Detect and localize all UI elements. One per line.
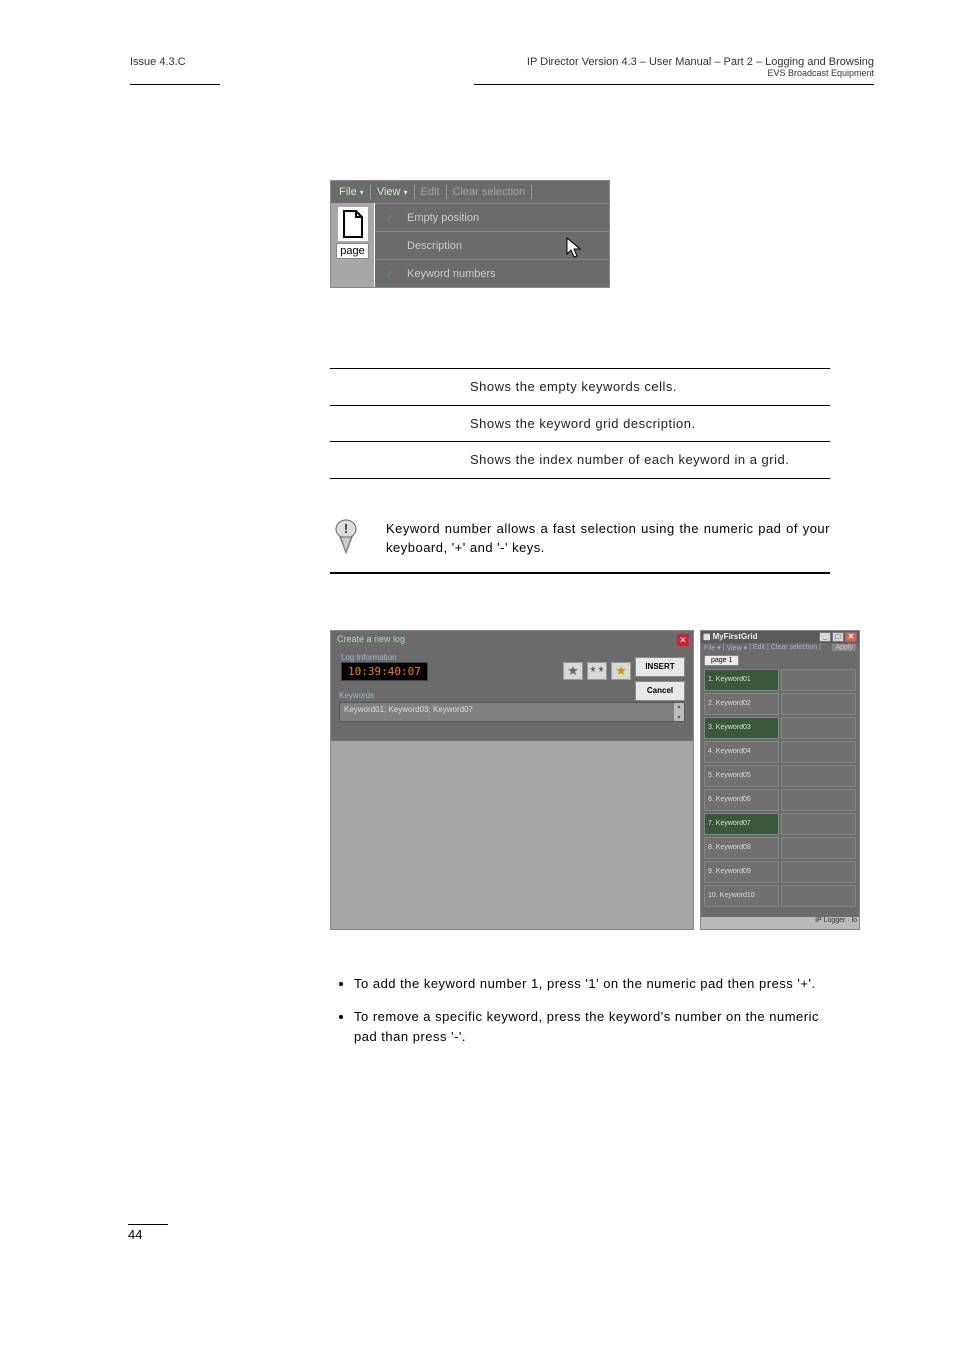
menu-file[interactable]: File ▾ bbox=[704, 644, 721, 652]
menu-label: Description bbox=[407, 240, 462, 252]
keyword-cell-empty[interactable] bbox=[781, 741, 856, 763]
status-bar: IP Logger · lo bbox=[701, 917, 859, 929]
keyword-cell[interactable]: 10. Keyword10 bbox=[704, 885, 779, 907]
keyword-cell-empty[interactable] bbox=[781, 813, 856, 835]
menu-edit[interactable]: Edit bbox=[753, 644, 765, 651]
page-tab-label[interactable]: page bbox=[336, 243, 368, 259]
header-rule-right bbox=[474, 84, 874, 85]
view-menu-screenshot: File ▾ View ▾ Edit Clear selection page bbox=[330, 180, 610, 288]
apply-button[interactable]: Apply bbox=[832, 644, 856, 651]
rating-two-star-button[interactable] bbox=[587, 662, 607, 680]
keyword-cell-empty[interactable] bbox=[781, 717, 856, 739]
cancel-button[interactable]: Cancel bbox=[635, 681, 685, 701]
close-icon[interactable]: ✕ bbox=[677, 634, 689, 646]
table-text: Shows the keyword grid description. bbox=[470, 414, 830, 434]
header-subtitle: EVS Broadcast Equipment bbox=[527, 68, 874, 78]
menu-row-keyword-numbers[interactable]: ✓ Keyword numbers bbox=[375, 259, 609, 287]
close-icon[interactable]: ✕ bbox=[845, 632, 857, 642]
rating-one-star-button[interactable] bbox=[563, 662, 583, 680]
keyword-cell[interactable]: 7. Keyword07 bbox=[704, 813, 779, 835]
timecode-field[interactable]: 10:39:40:07 bbox=[341, 662, 428, 681]
check-icon: ✓ bbox=[381, 267, 399, 280]
menu-row-empty-position[interactable]: ✓ Empty position bbox=[375, 203, 609, 231]
list-item: To add the keyword number 1, press '1' o… bbox=[354, 974, 830, 994]
menu-edit[interactable]: Edit bbox=[417, 186, 444, 198]
keyword-cell-empty[interactable] bbox=[781, 789, 856, 811]
header-rule-left bbox=[130, 84, 220, 85]
section-label: Log Information bbox=[341, 653, 683, 662]
grid-icon: ▦ bbox=[703, 632, 711, 641]
keyword-cell-empty[interactable] bbox=[781, 669, 856, 691]
keyword-cell[interactable]: 8. Keyword08 bbox=[704, 837, 779, 859]
list-item: To remove a specific keyword, press the … bbox=[354, 1007, 830, 1046]
grid-menubar: File ▾ | View ▾ | Edit | Clear selection… bbox=[701, 643, 859, 653]
window-title: MyFirstGrid bbox=[713, 632, 758, 641]
menu-file[interactable]: File ▾ bbox=[335, 186, 368, 198]
keyword-cell[interactable]: 9. Keyword09 bbox=[704, 861, 779, 883]
table-text: Shows the empty keywords cells. bbox=[470, 377, 830, 397]
create-log-panel: Create a new log ✕ Log Information 10:39… bbox=[330, 630, 694, 930]
instruction-list: To add the keyword number 1, press '1' o… bbox=[330, 974, 830, 1047]
keyword-cell-empty[interactable] bbox=[781, 861, 856, 883]
table-text: Shows the index number of each keyword i… bbox=[470, 450, 830, 470]
keyword-cell-empty[interactable] bbox=[781, 837, 856, 859]
check-icon: ✓ bbox=[381, 211, 399, 224]
scrollbar[interactable]: ▴▾ bbox=[674, 703, 684, 721]
menu-clear-selection[interactable]: Clear selection bbox=[771, 644, 817, 651]
panel-body bbox=[331, 741, 693, 929]
menu-view[interactable]: View ▾ bbox=[373, 186, 412, 198]
keyword-grid-window: ▦ MyFirstGrid _ □ ✕ File ▾ | View ▾ | Ed… bbox=[700, 630, 860, 930]
keyword-cell[interactable]: 5. Keyword05 bbox=[704, 765, 779, 787]
menu-row-description[interactable]: Description bbox=[375, 231, 609, 259]
menu-label: Keyword numbers bbox=[407, 268, 496, 280]
note-text: Keyword number allows a fast selection u… bbox=[386, 519, 830, 558]
page-icon bbox=[338, 207, 368, 241]
keyword-cell[interactable]: 3. Keyword03 bbox=[704, 717, 779, 739]
header-issue: Issue 4.3.C bbox=[130, 56, 186, 78]
page-number: 44 bbox=[128, 1224, 168, 1242]
keyword-cell[interactable]: 4. Keyword04 bbox=[704, 741, 779, 763]
insert-button[interactable]: INSERT bbox=[635, 657, 685, 677]
menu-view[interactable]: View ▾ bbox=[727, 644, 748, 652]
rating-three-star-button[interactable] bbox=[611, 662, 631, 680]
header-title: IP Director Version 4.3 – User Manual – … bbox=[527, 56, 874, 68]
keyword-cell[interactable]: 6. Keyword06 bbox=[704, 789, 779, 811]
panel-title: Create a new log bbox=[331, 631, 693, 647]
menu-label: Empty position bbox=[407, 212, 479, 224]
keyword-cell-empty[interactable] bbox=[781, 885, 856, 907]
description-table: Shows the empty keywords cells. Shows th… bbox=[330, 368, 830, 479]
menubar: File ▾ View ▾ Edit Clear selection bbox=[331, 181, 609, 203]
maximize-icon[interactable]: □ bbox=[832, 632, 844, 642]
keyword-grid: 1. Keyword012. Keyword023. Keyword034. K… bbox=[701, 666, 859, 917]
keyword-cell-empty[interactable] bbox=[781, 693, 856, 715]
keyword-cell-empty[interactable] bbox=[781, 765, 856, 787]
keywords-field[interactable]: Keyword01; Keyword03; Keyword07 ▴▾ bbox=[339, 702, 685, 722]
app-screenshot: Create a new log ✕ Log Information 10:39… bbox=[330, 630, 860, 930]
info-icon: ! bbox=[330, 519, 362, 560]
menu-clear-selection[interactable]: Clear selection bbox=[449, 186, 530, 198]
page-tab-column: page bbox=[331, 203, 375, 287]
cursor-icon bbox=[565, 236, 585, 260]
minimize-icon[interactable]: _ bbox=[819, 632, 831, 642]
keyword-cell[interactable]: 2. Keyword02 bbox=[704, 693, 779, 715]
keyword-cell[interactable]: 1. Keyword01 bbox=[704, 669, 779, 691]
note-box: ! Keyword number allows a fast selection… bbox=[330, 519, 830, 574]
svg-text:!: ! bbox=[344, 521, 348, 536]
tab-page1[interactable]: page 1 bbox=[704, 655, 739, 666]
